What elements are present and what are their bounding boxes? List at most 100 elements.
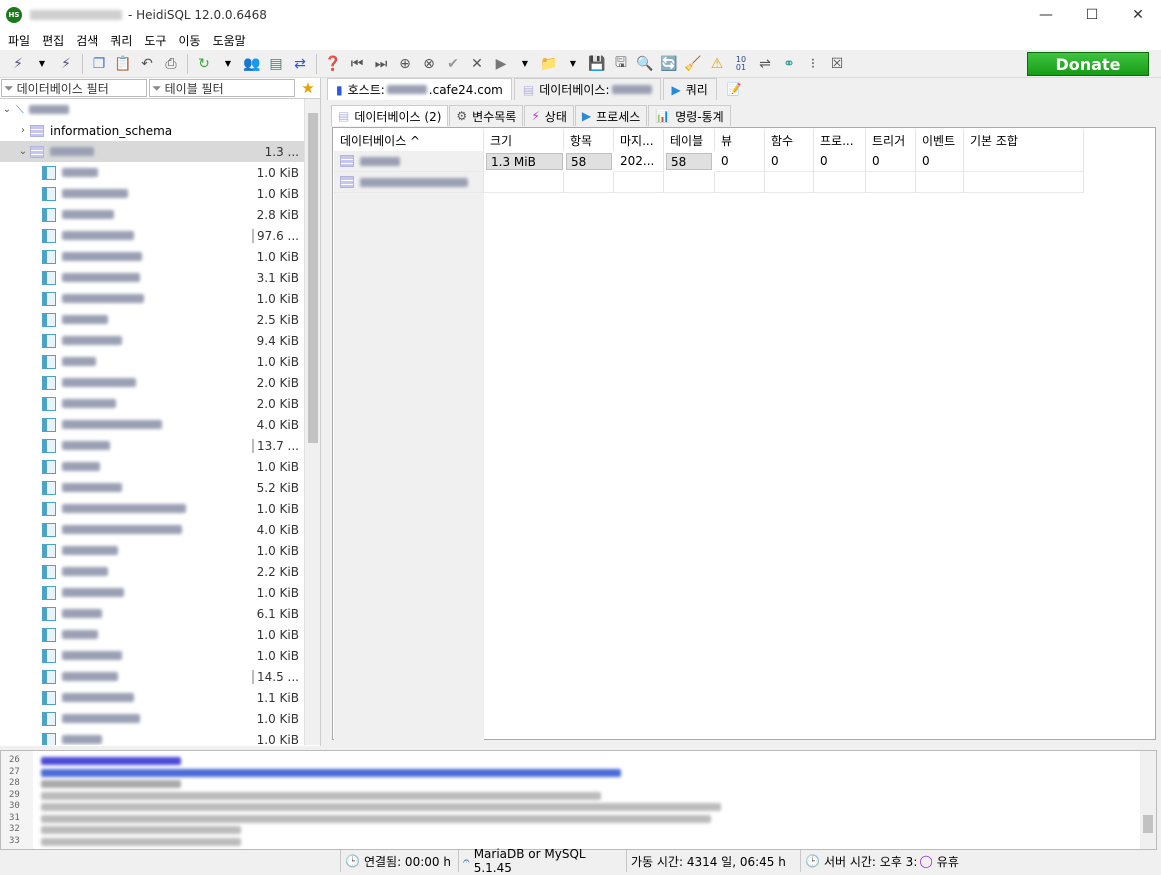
- subtab-processes[interactable]: ▶ 프로세스: [574, 105, 648, 126]
- menu-tools[interactable]: 도구: [138, 32, 172, 49]
- tree-item-table[interactable]: 1.0 KiB: [0, 246, 305, 267]
- export-icon[interactable]: ▤: [265, 53, 287, 75]
- empty-cell[interactable]: [614, 172, 664, 193]
- tree-item-table[interactable]: 1.0 KiB: [0, 288, 305, 309]
- tree-item-table[interactable]: 2.5 KiB: [0, 309, 305, 330]
- column-header-items[interactable]: 항목: [564, 129, 614, 151]
- cancel-icon[interactable]: ✕: [466, 53, 488, 75]
- tree-item-table[interactable]: 1.0 KiB: [0, 456, 305, 477]
- tree-item-selected-database[interactable]: ⌄ 1.3 ...: [0, 141, 305, 162]
- menu-query[interactable]: 쿼리: [104, 32, 138, 49]
- replace-icon[interactable]: 🔄: [658, 53, 680, 75]
- paste-icon[interactable]: 📋: [112, 53, 134, 75]
- empty-cell[interactable]: [964, 172, 1084, 193]
- column-header-views[interactable]: 뷰: [715, 129, 765, 151]
- procedures-cell[interactable]: 0: [814, 151, 866, 172]
- delete-record-icon[interactable]: ⊗: [418, 53, 440, 75]
- database-filter-input[interactable]: ⏷ 데이터베이스 필터: [1, 79, 147, 97]
- column-header-functions[interactable]: 함수: [765, 129, 814, 151]
- help-icon[interactable]: ❓: [322, 53, 344, 75]
- column-header-triggers[interactable]: 트리거: [866, 129, 916, 151]
- expand-icon[interactable]: ›: [16, 125, 30, 136]
- run-icon[interactable]: ▶: [490, 53, 512, 75]
- insert-record-icon[interactable]: ⊕: [394, 53, 416, 75]
- word-wrap-icon[interactable]: ⇌: [754, 53, 776, 75]
- tree-item-table[interactable]: 97.6 ...: [0, 225, 305, 246]
- find-icon[interactable]: 🔍: [634, 53, 656, 75]
- table-row-database-name[interactable]: [334, 172, 484, 193]
- tree-item-table[interactable]: 1.0 KiB: [0, 183, 305, 204]
- tree-item-table[interactable]: 2.2 KiB: [0, 561, 305, 582]
- tree-item-table[interactable]: 1.0 KiB: [0, 582, 305, 603]
- tab-query[interactable]: ▶ 쿼리: [662, 78, 717, 100]
- column-header-procedures[interactable]: 프로...: [814, 129, 866, 151]
- clean-icon[interactable]: 🧹: [682, 53, 704, 75]
- menu-help[interactable]: 도움말: [207, 32, 252, 49]
- maximize-button[interactable]: ☐: [1069, 0, 1115, 30]
- user-manager-icon[interactable]: 👥: [241, 53, 263, 75]
- disconnect-icon[interactable]: ⚡: [55, 53, 77, 75]
- tree-item-table[interactable]: 4.0 KiB: [0, 519, 305, 540]
- column-header-size[interactable]: 크기: [484, 129, 564, 151]
- subtab-databases[interactable]: ▤ 데이터베이스 (2): [331, 105, 449, 126]
- menu-edit[interactable]: 편집: [36, 32, 70, 49]
- tree-item-table[interactable]: 6.1 KiB: [0, 603, 305, 624]
- tab-database[interactable]: ▤ 데이터베이스:: [513, 78, 661, 100]
- menu-search[interactable]: 검색: [70, 32, 104, 49]
- tree-item-table[interactable]: 1.0 KiB: [0, 645, 305, 666]
- tree-host[interactable]: ⌄ ⟍: [0, 99, 305, 120]
- tree-item-table[interactable]: 1.0 KiB: [0, 540, 305, 561]
- column-header-database[interactable]: 데이터베이스 ^: [334, 129, 484, 151]
- tab-new-query[interactable]: 📝: [719, 78, 750, 100]
- collapse-icon[interactable]: ⌄: [0, 104, 14, 115]
- tree-item-information-schema[interactable]: › information_schema: [0, 120, 305, 141]
- tab-host[interactable]: ▮ 호스트: .cafe24.com: [327, 78, 512, 100]
- dropdown-arrow-icon[interactable]: ▼: [217, 53, 239, 75]
- tree-scrollbar-thumb[interactable]: [308, 113, 318, 443]
- views-cell[interactable]: 0: [715, 151, 765, 172]
- column-header-tables[interactable]: 테이블: [664, 129, 715, 151]
- binary-icon[interactable]: 10 01: [730, 53, 752, 75]
- column-header-events[interactable]: 이벤트: [916, 129, 964, 151]
- undo-icon[interactable]: ↶: [136, 53, 158, 75]
- collation-cell[interactable]: [964, 151, 1084, 172]
- empty-cell[interactable]: [765, 172, 814, 193]
- empty-cell[interactable]: [715, 172, 765, 193]
- save-as-icon[interactable]: 🖫: [610, 53, 632, 75]
- empty-cell[interactable]: [664, 172, 715, 193]
- favorite-star-icon[interactable]: ★: [296, 78, 320, 98]
- close-button[interactable]: ✕: [1115, 0, 1161, 30]
- tree-item-table[interactable]: 2.0 KiB: [0, 393, 305, 414]
- subtab-variables[interactable]: ⚙ 변수목록: [449, 105, 524, 126]
- empty-cell[interactable]: [916, 172, 964, 193]
- first-record-icon[interactable]: ⏮: [346, 53, 368, 75]
- functions-cell[interactable]: 0: [765, 151, 814, 172]
- menu-file[interactable]: 파일: [2, 32, 36, 49]
- empty-cell[interactable]: [814, 172, 866, 193]
- column-header-last-modified[interactable]: 마지...: [614, 129, 664, 151]
- tree-item-table[interactable]: 1.0 KiB: [0, 498, 305, 519]
- tree-item-table[interactable]: 2.8 KiB: [0, 204, 305, 225]
- minimize-button[interactable]: —: [1023, 0, 1069, 30]
- triggers-cell[interactable]: 0: [866, 151, 916, 172]
- subtab-status[interactable]: ⚡ 상태: [524, 105, 574, 126]
- warning-icon[interactable]: ⚠: [706, 53, 728, 75]
- size-cell[interactable]: 1.3 MiB: [486, 153, 563, 170]
- link-icon[interactable]: ⚭: [778, 53, 800, 75]
- table-row-database-name[interactable]: [334, 151, 484, 172]
- refresh-icon[interactable]: ↻: [193, 53, 215, 75]
- dropdown-arrow-icon[interactable]: ▼: [562, 53, 584, 75]
- empty-cell[interactable]: [564, 172, 614, 193]
- log-scrollbar-thumb[interactable]: [1143, 815, 1153, 833]
- events-cell[interactable]: 0: [916, 151, 964, 172]
- tree-item-table[interactable]: 1.0 KiB: [0, 708, 305, 729]
- print-icon[interactable]: ⎙: [160, 53, 182, 75]
- tree-item-table[interactable]: 1.0 KiB: [0, 624, 305, 645]
- tree-item-table[interactable]: 9.4 KiB: [0, 330, 305, 351]
- empty-cell[interactable]: [866, 172, 916, 193]
- table-filter-input[interactable]: ⏷ 테이블 필터: [149, 79, 295, 97]
- dropdown-arrow-icon[interactable]: ▼: [31, 53, 53, 75]
- tree-item-table[interactable]: 1.1 KiB: [0, 687, 305, 708]
- subtab-command-stats[interactable]: 📊 명령-통계: [648, 105, 731, 126]
- tree-scrollbar[interactable]: [304, 99, 320, 745]
